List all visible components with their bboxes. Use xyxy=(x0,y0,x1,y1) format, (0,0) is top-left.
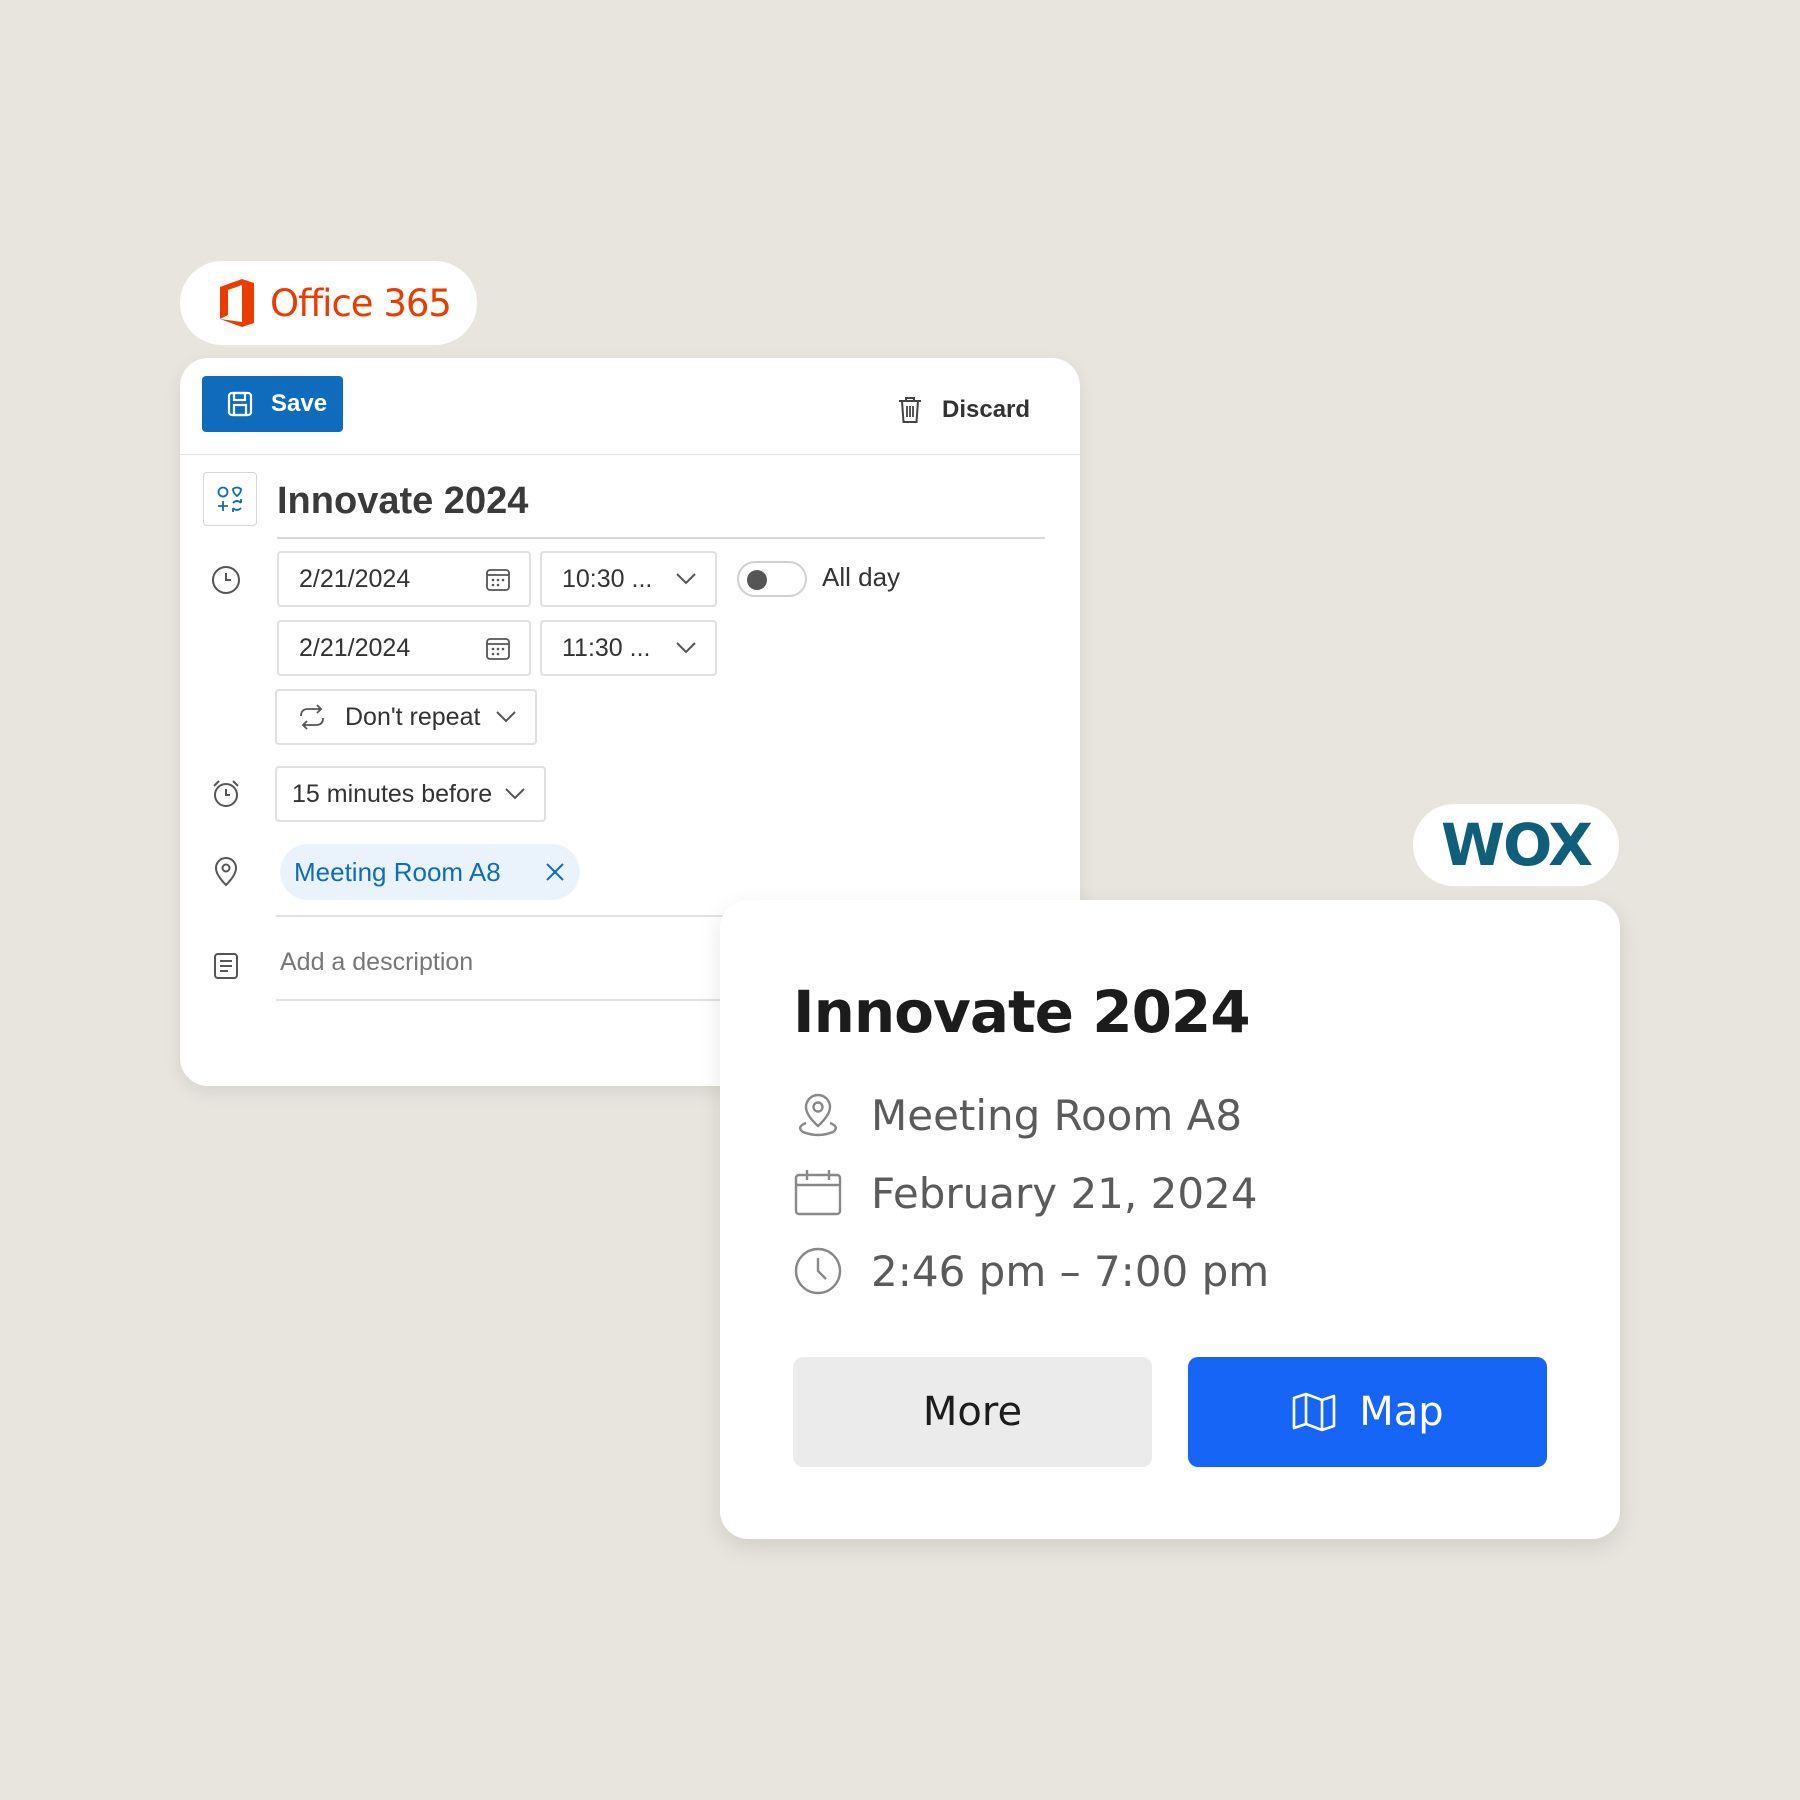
end-time-value: 11:30 ... xyxy=(562,633,651,662)
wox-brand-text: WOX xyxy=(1441,811,1593,879)
notes-icon xyxy=(214,953,238,979)
start-date-field[interactable]: 2/21/2024 xyxy=(277,551,531,607)
clock-icon xyxy=(794,1247,842,1295)
wox-date-text: February 21, 2024 xyxy=(871,1168,1258,1218)
save-label: Save xyxy=(271,390,328,417)
repeat-dropdown[interactable]: Don't repeat xyxy=(275,689,537,745)
save-icon xyxy=(227,391,253,417)
map-button[interactable]: Map xyxy=(1188,1357,1547,1467)
repeat-icon xyxy=(300,704,324,730)
map-label: Map xyxy=(1359,1389,1444,1435)
end-date-field[interactable]: 2/21/2024 xyxy=(277,620,531,676)
chevron-down-icon xyxy=(676,642,696,654)
office365-badge: Office 365 xyxy=(180,261,477,345)
chevron-down-icon xyxy=(676,573,696,585)
wox-time-row: 2:46 pm – 7:00 pm xyxy=(793,1246,1269,1296)
start-time-value: 10:30 ... xyxy=(562,564,653,593)
remove-location-button[interactable] xyxy=(544,861,566,883)
toolbar-divider xyxy=(180,454,1080,455)
wox-date-row: February 21, 2024 xyxy=(793,1168,1258,1218)
office-logo-icon xyxy=(220,279,254,327)
wox-location-text: Meeting Room A8 xyxy=(871,1090,1243,1140)
wox-event-card: Innovate 2024 Meeting Room A8 February 2… xyxy=(720,900,1620,1539)
alarm-clock-icon xyxy=(213,780,239,807)
title-underline xyxy=(277,537,1045,539)
save-button[interactable]: Save xyxy=(202,376,343,432)
location-pin-icon xyxy=(798,1093,838,1137)
more-label: More xyxy=(922,1389,1023,1435)
calendar-icon xyxy=(794,1170,842,1216)
chevron-down-icon xyxy=(496,711,516,723)
wox-location-row: Meeting Room A8 xyxy=(793,1090,1242,1140)
event-category-icon[interactable] xyxy=(203,472,257,526)
wox-badge: WOX xyxy=(1413,804,1619,886)
start-date-value: 2/21/2024 xyxy=(299,564,411,593)
map-icon xyxy=(1292,1392,1336,1432)
event-title-input[interactable]: Innovate 2024 xyxy=(277,480,528,523)
toggle-knob xyxy=(747,570,767,590)
wox-event-title: Innovate 2024 xyxy=(793,978,1251,1046)
trash-icon xyxy=(899,397,921,423)
discard-button[interactable]: Discard xyxy=(896,390,1030,430)
wox-time-text: 2:46 pm – 7:00 pm xyxy=(871,1246,1270,1296)
close-icon xyxy=(546,863,564,881)
location-pin-icon xyxy=(214,857,238,887)
more-button[interactable]: More xyxy=(793,1357,1152,1467)
description-input[interactable]: Add a description xyxy=(280,948,473,977)
reminder-dropdown[interactable]: 15 minutes before xyxy=(275,766,546,822)
repeat-value: Don't repeat xyxy=(345,702,481,731)
office365-brand-text: Office 365 xyxy=(270,281,452,325)
start-time-field[interactable]: 10:30 ... xyxy=(540,551,717,607)
chevron-down-icon xyxy=(505,788,525,800)
shapes-icon xyxy=(217,486,242,512)
location-chip[interactable]: Meeting Room A8 xyxy=(280,844,580,900)
end-time-field[interactable]: 11:30 ... xyxy=(540,620,717,676)
end-date-value: 2/21/2024 xyxy=(299,633,411,662)
all-day-label: All day xyxy=(822,562,901,592)
all-day-toggle[interactable] xyxy=(737,561,807,597)
calendar-icon xyxy=(486,569,510,591)
calendar-icon xyxy=(486,638,510,660)
clock-icon xyxy=(212,566,240,594)
location-chip-label: Meeting Room A8 xyxy=(294,856,501,887)
reminder-value: 15 minutes before xyxy=(292,779,493,808)
discard-label: Discard xyxy=(942,396,1031,423)
